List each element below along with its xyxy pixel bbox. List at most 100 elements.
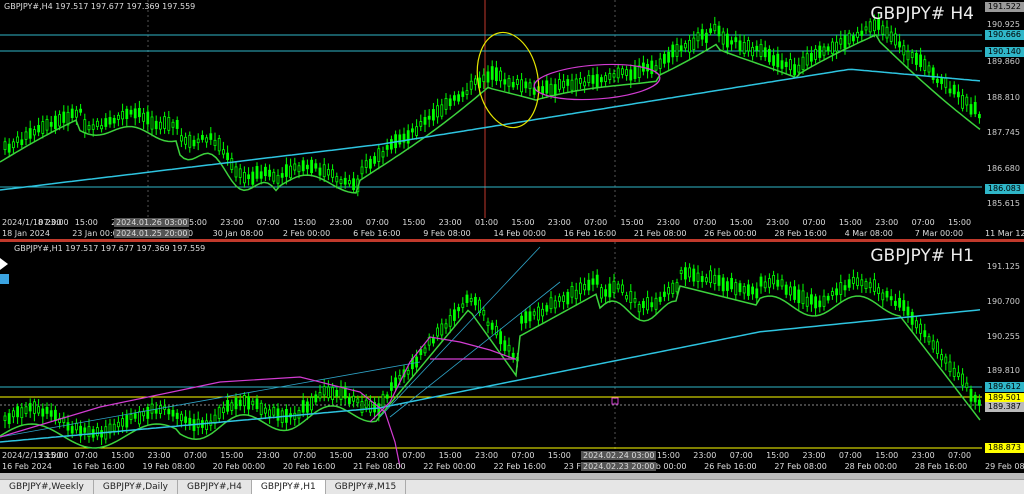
candle — [898, 41, 901, 48]
candle — [314, 394, 318, 403]
candle — [112, 423, 116, 432]
candle — [608, 283, 612, 298]
candle — [612, 280, 616, 294]
candle — [814, 48, 817, 60]
candle — [167, 117, 171, 131]
candle — [242, 395, 246, 407]
candle — [398, 375, 402, 380]
candle — [801, 290, 805, 305]
time-label: 23:00 — [802, 451, 826, 460]
tab-h1[interactable]: GBPJPY#,H1 — [251, 480, 326, 494]
candle — [360, 401, 364, 413]
tab-weekly[interactable]: GBPJPY#,Weekly — [0, 480, 94, 494]
candle — [41, 408, 45, 417]
candle — [524, 81, 528, 89]
candle — [805, 53, 809, 66]
candle — [368, 401, 372, 413]
candle — [902, 45, 906, 56]
candle — [583, 284, 586, 291]
candle — [305, 401, 309, 413]
h4-chart-title: GBPJPY# H4 — [870, 4, 974, 24]
time-label: 15:00 — [656, 451, 680, 460]
candle — [87, 426, 91, 438]
date-label: 16 Feb 2024 — [2, 462, 52, 471]
candle — [549, 83, 553, 96]
candle — [28, 128, 32, 139]
h1-time-scale[interactable]: 2024/2/15 15:00 23:00 07:00 15:00 23:00 07:00… — [0, 451, 1024, 473]
candle — [163, 116, 167, 129]
tab-h4[interactable]: GBPJPY#,H4 — [178, 480, 252, 494]
candle — [734, 37, 738, 43]
candle — [675, 282, 679, 293]
candle — [965, 96, 969, 106]
candle — [62, 111, 66, 123]
candle — [276, 174, 280, 184]
time-label: 15:00 — [220, 451, 244, 460]
h1-chart-title: GBPJPY# H1 — [870, 246, 974, 266]
candle — [179, 413, 183, 422]
candle — [259, 171, 263, 179]
candle — [268, 169, 272, 177]
candle — [516, 79, 519, 85]
candle — [528, 311, 532, 322]
candle — [906, 306, 910, 316]
candle — [923, 330, 927, 338]
h4-chart-canvas[interactable] — [0, 0, 1024, 240]
h4-chart[interactable]: GBPJPY#,H4 197.517 197.677 197.369 197.5… — [0, 0, 1024, 240]
candle — [894, 300, 897, 306]
candle — [7, 143, 11, 153]
candle — [331, 169, 335, 178]
candle — [205, 420, 209, 430]
candle — [482, 310, 486, 316]
candle — [667, 287, 670, 295]
candle — [158, 121, 162, 130]
tab-m15[interactable]: GBPJPY#,M15 — [326, 480, 407, 494]
candle — [558, 79, 561, 90]
candle — [906, 50, 910, 61]
candle — [137, 411, 141, 425]
candle — [364, 160, 368, 168]
candle — [549, 297, 553, 310]
candle — [784, 284, 788, 295]
candle — [637, 304, 641, 313]
candle — [251, 171, 255, 185]
candle — [889, 31, 893, 42]
candle — [789, 286, 792, 296]
candle — [3, 415, 7, 421]
candle — [910, 52, 914, 58]
h1-price-scale[interactable]: 191.125 190.700 190.255 189.810 189.612 … — [982, 242, 1024, 473]
candle — [301, 160, 305, 172]
candle — [822, 295, 826, 307]
candle — [150, 403, 154, 414]
candle — [717, 25, 721, 37]
candle — [726, 281, 729, 291]
candle — [381, 151, 385, 158]
candle — [864, 281, 868, 290]
time-label: 07:00 — [511, 451, 535, 460]
tab-daily[interactable]: GBPJPY#,Daily — [94, 480, 178, 494]
candle — [347, 396, 351, 405]
candle — [444, 323, 448, 329]
candle — [709, 28, 712, 33]
time-label: 15:00 — [948, 218, 972, 227]
price-tick: 189.860 — [986, 57, 1020, 66]
h4-price-scale[interactable]: 190.925 189.860 188.810 187.745 186.680 … — [982, 0, 1024, 240]
candle — [751, 46, 754, 57]
candle — [864, 26, 868, 31]
h4-time-scale[interactable]: 2024/1/18 23:0007:0015:0023:0007:0015:00… — [0, 218, 1024, 240]
date-label: 19 Feb 08:00 — [142, 462, 195, 471]
one-click-trading-icon[interactable] — [0, 256, 10, 286]
h1-chart[interactable]: GBPJPY#,H1 197.517 197.677 197.369 197.5… — [0, 242, 1024, 473]
h1-chart-canvas[interactable] — [0, 242, 1024, 473]
candle — [171, 121, 175, 128]
date-label: 9 Feb 08:00 — [423, 229, 471, 238]
candle — [284, 164, 288, 177]
candle — [83, 119, 87, 133]
candle — [961, 373, 964, 386]
candle — [247, 174, 251, 180]
candle — [860, 279, 864, 287]
date-label: 30 Jan 08:00 — [212, 229, 264, 238]
price-tick: 186.680 — [986, 164, 1020, 173]
candle — [263, 407, 267, 414]
candle — [957, 91, 960, 98]
